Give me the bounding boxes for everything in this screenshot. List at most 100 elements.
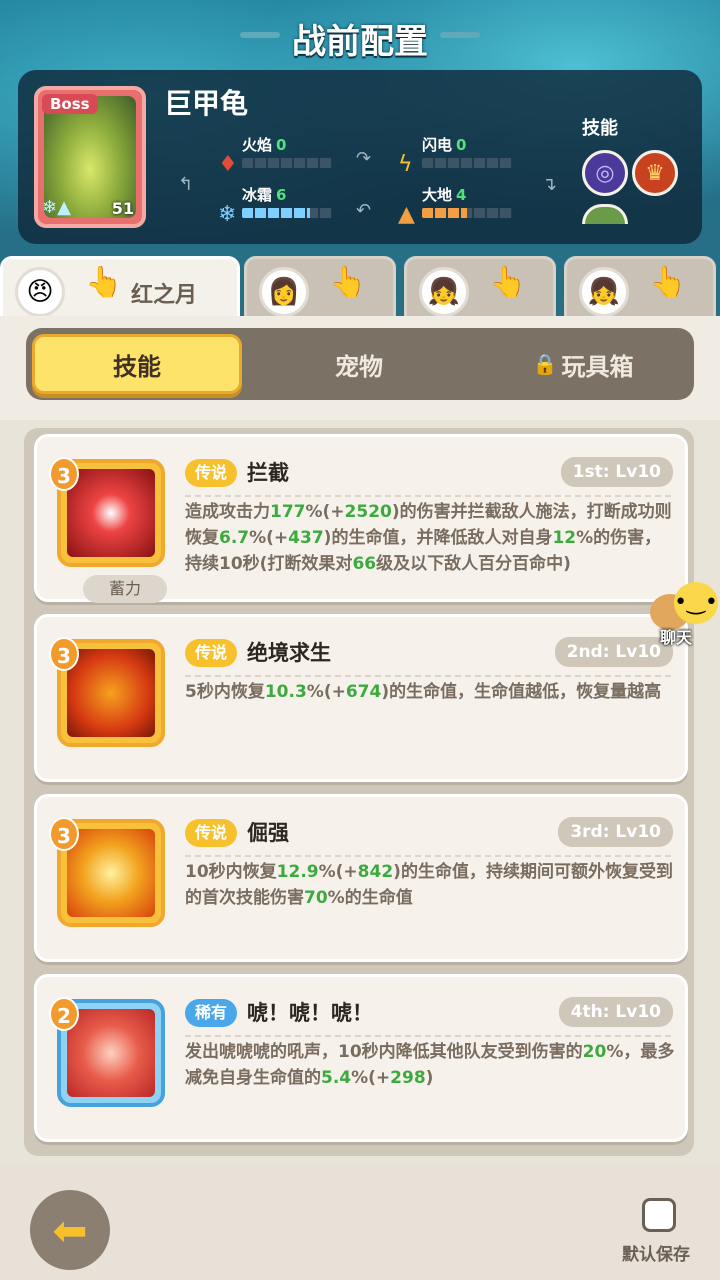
avatar: 😠 [15, 267, 65, 317]
skill-level-tag: 1st: Lv10 [560, 457, 673, 487]
skill-name: 倔强 [247, 821, 289, 845]
desc-text: 级及以下敌人百分百命中) [376, 554, 571, 574]
earth-icon: ▲ [398, 202, 415, 227]
desc-text: 10秒内恢复 [185, 862, 277, 882]
skill-description: 5秒内恢复10.3%(+674)的生命值，生命值越低，恢复量越高 [185, 679, 675, 705]
boss-tag: Boss [42, 94, 98, 114]
avatar: 👧 [419, 267, 469, 317]
fire-icon: ♦ [218, 152, 238, 177]
stat-lightning-bar [422, 158, 512, 168]
tap-hand-icon: 👆 [489, 265, 527, 300]
skill-rank-badge: 3 [49, 457, 79, 491]
stat-lightning-value: 0 [456, 136, 467, 154]
stat-frost-label: 冰霜 [242, 186, 273, 204]
desc-text: %(+ [318, 862, 358, 882]
desc-value: 6.7 [219, 528, 250, 548]
stat-frost-bar [242, 208, 332, 218]
desc-text: %(+ [306, 682, 346, 702]
skill-card-2[interactable]: 3 传说 绝境求生 2nd: Lv10 5秒内恢复10.3%(+674)的生命值… [34, 614, 688, 782]
stat-fire-value: 0 [276, 136, 287, 154]
lightning-icon: ϟ [398, 152, 413, 177]
cycle-arrow-icon: ↶ [356, 200, 372, 221]
char-tab-2[interactable]: 👩 👆 [244, 256, 396, 322]
skill-card-4[interactable]: 2 稀有 唬！唬！唬！ 4th: Lv10 发出唬唬唬的吼声，10秒内降低其他队… [34, 974, 688, 1142]
stat-earth: 大地 4 ▲ [398, 184, 538, 227]
tab-skills[interactable]: 技能 [32, 334, 242, 394]
tap-hand-icon: 👆 [329, 265, 367, 300]
skill-description: 10秒内恢复12.9%(+842)的生命值，持续期间可额外恢复受到的首次技能伤害… [185, 859, 675, 911]
skill-level-tag: 3rd: Lv10 [558, 817, 673, 847]
divider [185, 495, 671, 497]
boss-level: 51 [111, 199, 134, 218]
boss-skills-label: 技能 [582, 118, 618, 139]
desc-text: %(+ [249, 528, 289, 548]
snowflake-icon: ❄ [218, 202, 237, 227]
desc-value: 5.4 [321, 1068, 352, 1088]
skill-level-tag: 2nd: Lv10 [554, 637, 673, 667]
rarity-badge: 传说 [185, 639, 238, 667]
char-tab-3[interactable]: 👧 👆 [404, 256, 556, 322]
desc-value: 298 [390, 1068, 426, 1088]
avatar: 👩 [259, 267, 309, 317]
chat-face-icon: •‿• [674, 582, 718, 624]
boss-skill-vortex-icon[interactable]: ◎ [582, 150, 628, 196]
skill-card-1[interactable]: 3 蓄力 传说 拦截 1st: Lv10 造成攻击力177%(+2520)的伤害… [34, 434, 688, 603]
tap-hand-icon: 👆 [85, 265, 123, 300]
skill-rank-badge: 2 [49, 997, 79, 1031]
skill-name: 拦截 [247, 461, 289, 485]
stat-earth-value: 4 [456, 186, 467, 204]
skill-card-3[interactable]: 3 传说 倔强 3rd: Lv10 10秒内恢复12.9%(+842)的生命值，… [34, 794, 688, 962]
stat-fire: 火焰 0 ♦ [218, 134, 358, 177]
sub-tab-track: 技能 宠物 🔒 玩具箱 [26, 328, 694, 400]
sub-tab-bar: 技能 宠物 🔒 玩具箱 [0, 316, 720, 420]
boss-skill-partial-icon[interactable] [582, 204, 628, 224]
desc-value: 842 [357, 862, 394, 882]
divider [185, 1035, 671, 1037]
desc-value: 674 [345, 682, 382, 702]
chat-label[interactable]: 聊天 [660, 624, 692, 648]
tab-toybox[interactable]: 🔒 玩具箱 [478, 334, 688, 394]
tab-toybox-label: 玩具箱 [561, 352, 634, 381]
stat-earth-bar [422, 208, 512, 218]
charge-tag: 蓄力 [83, 575, 167, 603]
desc-text: %的生命值 [327, 888, 413, 908]
boss-name: 巨甲龟 [164, 87, 249, 120]
desc-text: )的生命值，生命值越低，恢复量越高 [381, 682, 662, 702]
cycle-arrow-icon: ↰ [178, 174, 194, 195]
default-save-label[interactable]: 默认保存 [622, 1240, 690, 1265]
desc-value: 12 [552, 528, 577, 548]
stat-fire-label: 火焰 [242, 136, 273, 154]
desc-text: 造成攻击力 [185, 502, 270, 522]
skill-level-tag: 4th: Lv10 [558, 997, 673, 1027]
desc-value: 66 [352, 554, 377, 574]
lock-icon: 🔒 [532, 352, 558, 376]
skill-description: 造成攻击力177%(+2520)的伤害并拦截敌人施法，打断成功则恢复6.7%(+… [185, 499, 675, 577]
cycle-arrow-icon: ↷ [356, 148, 372, 169]
skill-rank-badge: 3 [49, 637, 79, 671]
skill-name: 唬！唬！唬！ [247, 1001, 373, 1025]
desc-text: 发出唬唬唬的吼声，10秒内降低其他队友受到伤害的 [185, 1042, 583, 1062]
tap-hand-icon: 👆 [649, 265, 687, 300]
desc-text: ) [425, 1068, 434, 1088]
back-button[interactable]: ⬅ [30, 1190, 110, 1270]
skill-name: 绝境求生 [247, 641, 331, 665]
stat-frost-value: 6 [276, 186, 287, 204]
char-tab-4[interactable]: 👧 👆 [564, 256, 716, 322]
tab-pets[interactable]: 宠物 [254, 334, 464, 394]
skill-rank-badge: 3 [49, 817, 79, 851]
desc-value: 20 [582, 1042, 607, 1062]
desc-text: 5秒内恢复 [185, 682, 265, 702]
boss-skill-crown-icon[interactable]: ♛ [632, 150, 678, 196]
desc-value: 10.3 [264, 682, 307, 702]
boss-portrait[interactable]: Boss ❄▲ 51 [34, 86, 146, 228]
desc-value: 2520 [344, 502, 392, 522]
default-save-checkbox[interactable] [642, 1198, 676, 1232]
stat-fire-bar [242, 158, 332, 168]
char-tab-name: 红之月 [131, 283, 198, 308]
stat-frost: 冰霜 6 ❄ [218, 184, 358, 227]
rarity-badge: 稀有 [185, 999, 238, 1027]
desc-text: %(+ [305, 502, 345, 522]
avatar: 👧 [579, 267, 629, 317]
stat-lightning: 闪电 0 ϟ [398, 134, 538, 177]
desc-value: 12.9 [276, 862, 319, 882]
